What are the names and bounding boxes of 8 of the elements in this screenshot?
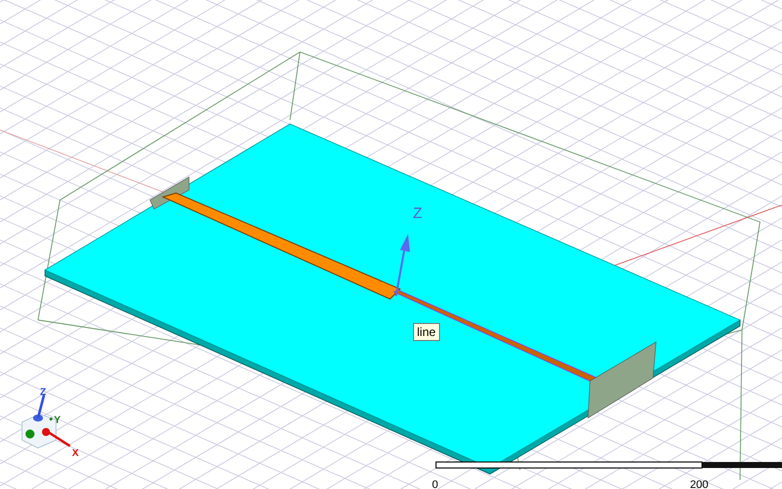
- scale-label: 0: [432, 479, 438, 489]
- tooltip: line: [413, 323, 440, 341]
- scale-label: 200: [690, 479, 708, 489]
- axis-label: Z: [40, 387, 46, 398]
- axis-label: Z: [413, 205, 422, 222]
- axis-label: Y: [54, 415, 61, 426]
- z-arrow-icon: [395, 234, 410, 296]
- axis-label: X: [72, 448, 79, 459]
